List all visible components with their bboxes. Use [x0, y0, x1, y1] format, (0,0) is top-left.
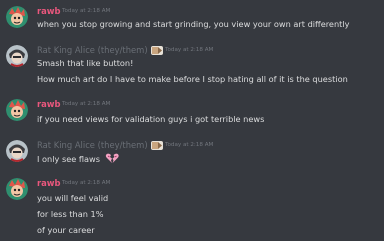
message-text: of your career	[37, 225, 95, 235]
message-text: you will feel valid	[37, 193, 109, 203]
message-author[interactable]: rawb	[37, 99, 61, 110]
message-timestamp: Today at 2:18 AM	[165, 47, 214, 53]
chat-log: rawb Today at 2:18 AM when you stop grow…	[0, 0, 384, 241]
message-author[interactable]: rawb	[37, 178, 61, 189]
alice-avatar[interactable]	[6, 140, 28, 162]
broken-heart-emoji-icon[interactable]	[105, 153, 119, 167]
alice-avatar[interactable]	[6, 45, 28, 67]
tag-badge-icon	[151, 141, 163, 150]
rawb-avatar-image	[6, 178, 28, 200]
message-text: How much art do I have to make before I …	[37, 74, 348, 84]
rawb-avatar[interactable]	[6, 178, 28, 200]
tag-badge-icon	[151, 46, 163, 55]
message-text: Smash that like button!	[37, 58, 134, 68]
rawb-avatar-image	[6, 99, 28, 121]
message-text: I only see flaws	[37, 154, 101, 164]
alice-avatar-image	[6, 140, 28, 162]
message-author[interactable]: Rat King Alice (they/them)	[37, 45, 148, 56]
message-timestamp: Today at 2:18 AM	[165, 142, 214, 148]
rawb-avatar[interactable]	[6, 6, 28, 28]
message-text: when you stop growing and start grinding…	[37, 19, 350, 29]
message-timestamp: Today at 2:18 AM	[62, 8, 111, 14]
alice-avatar-image	[6, 45, 28, 67]
message-timestamp: Today at 2:18 AM	[62, 101, 111, 107]
message-author[interactable]: rawb	[37, 6, 61, 17]
message-text: if you need views for validation guys i …	[37, 114, 265, 124]
message-author[interactable]: Rat King Alice (they/them)	[37, 140, 148, 151]
rawb-avatar[interactable]	[6, 99, 28, 121]
message-text: for less than 1%	[37, 209, 104, 219]
rawb-avatar-image	[6, 6, 28, 28]
message-timestamp: Today at 2:18 AM	[62, 180, 111, 186]
message-line: I only see flaws	[37, 153, 119, 167]
